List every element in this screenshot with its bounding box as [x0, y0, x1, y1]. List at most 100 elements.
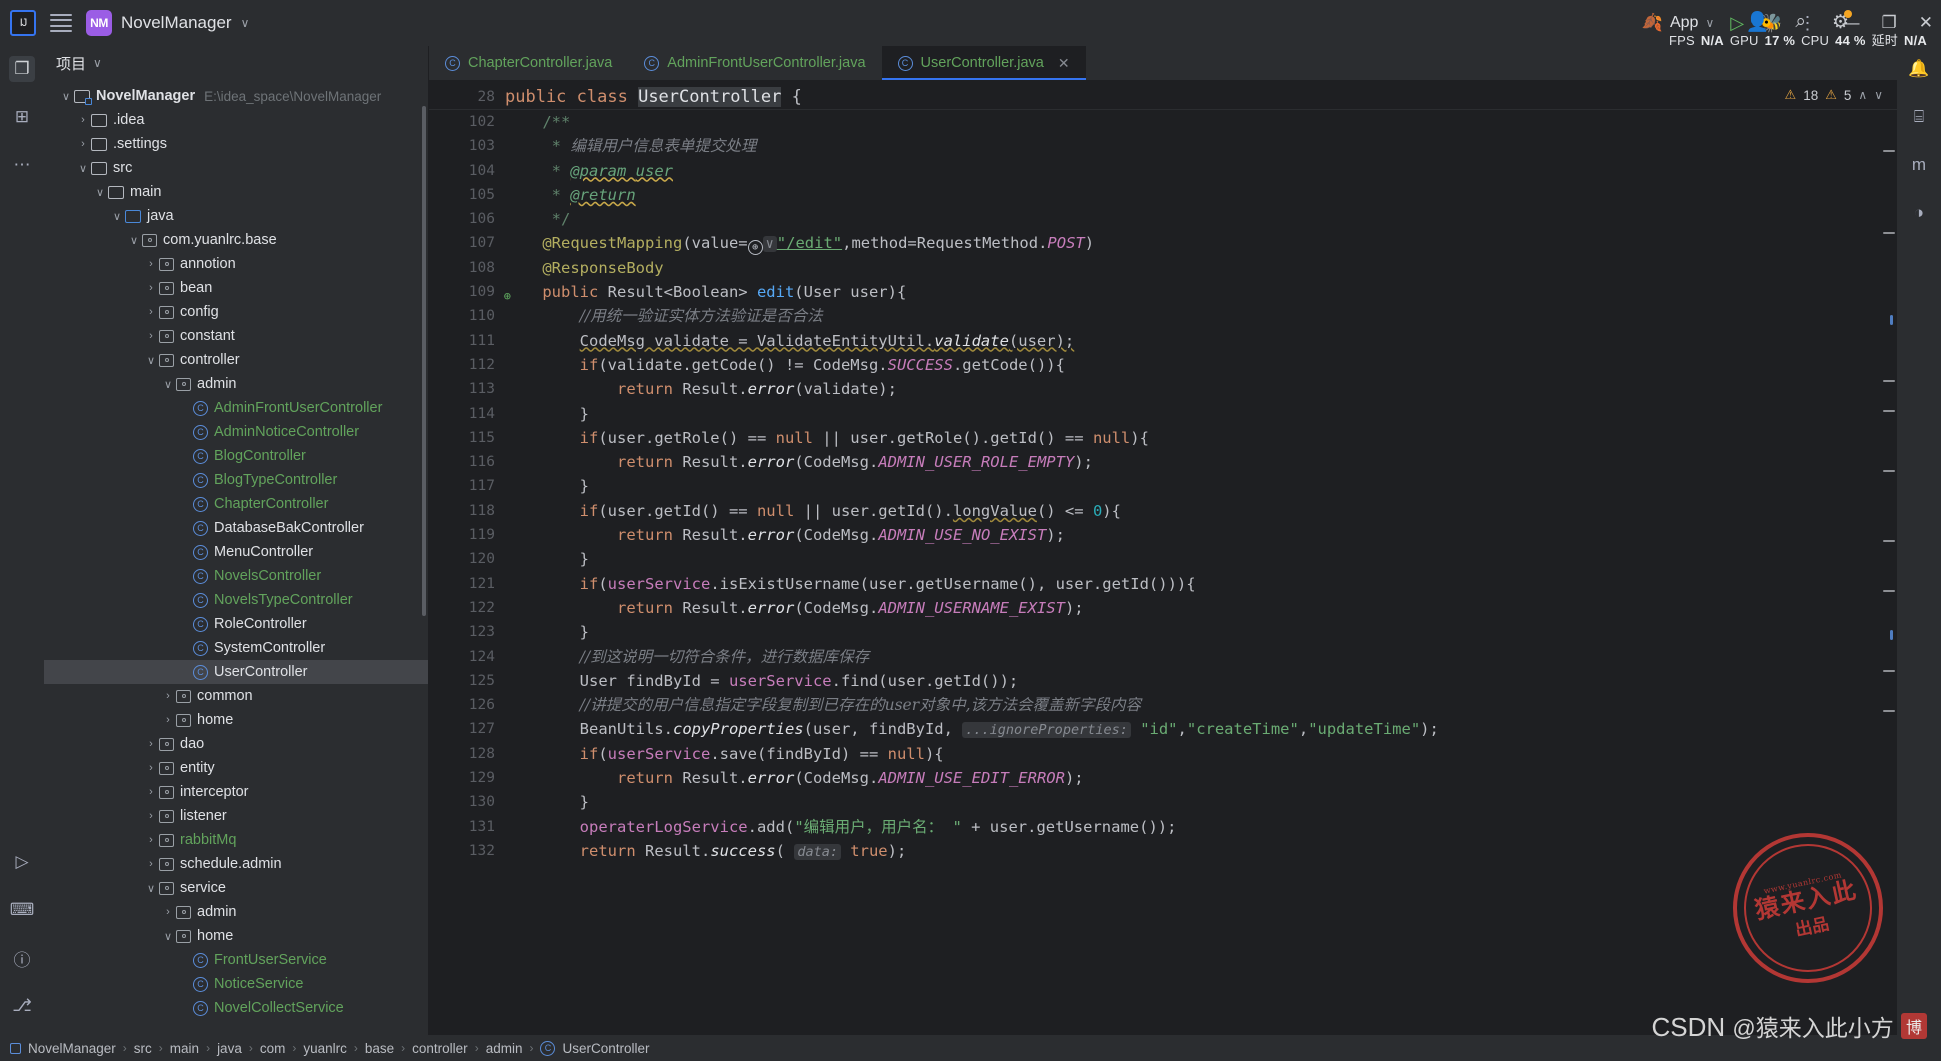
source-code[interactable]: /** * 编辑用户信息表单提交处理 * @param user * @retu…	[505, 110, 1879, 1035]
tree-item-folder[interactable]: ∨ admin	[44, 372, 428, 396]
error-stripe-marker[interactable]	[1883, 710, 1895, 712]
error-stripe-marker[interactable]	[1883, 380, 1895, 382]
tree-item-class[interactable]: C NoticeService	[44, 972, 428, 996]
tree-item-folder[interactable]: ∨ main	[44, 180, 428, 204]
tree-item-class[interactable]: C UserController	[44, 660, 428, 684]
web-globe-icon[interactable]: ⊕	[747, 240, 763, 256]
commit-tool-icon[interactable]: ⊞	[9, 104, 35, 130]
git-tool-icon[interactable]: ⎇	[9, 993, 35, 1019]
tree-item-folder[interactable]: ∨ home	[44, 924, 428, 948]
spring-icon[interactable]: ◑	[1906, 200, 1932, 226]
twisty-collapsed-icon[interactable]: ›	[75, 138, 91, 150]
twisty-collapsed-icon[interactable]: ›	[143, 858, 159, 870]
twisty-collapsed-icon[interactable]: ›	[143, 282, 159, 294]
tree-item-folder[interactable]: › schedule.admin	[44, 852, 428, 876]
twisty-collapsed-icon[interactable]: ›	[160, 714, 176, 726]
close-tab-icon[interactable]: ✕	[1058, 55, 1070, 72]
twisty-collapsed-icon[interactable]: ›	[143, 258, 159, 270]
error-stripe-marker[interactable]	[1890, 315, 1893, 325]
breadcrumb-item[interactable]: src	[134, 1041, 152, 1056]
error-stripe-marker[interactable]	[1890, 630, 1893, 640]
twisty-expanded-icon[interactable]: ∨	[126, 234, 142, 247]
tree-item-folder[interactable]: › annotion	[44, 252, 428, 276]
project-widget[interactable]: NM NovelManager ∨	[86, 10, 249, 36]
tree-item-class[interactable]: C ChapterController	[44, 492, 428, 516]
tree-item-folder[interactable]: › dao	[44, 732, 428, 756]
twisty-collapsed-icon[interactable]: ›	[143, 834, 159, 846]
twisty-collapsed-icon[interactable]: ›	[160, 906, 176, 918]
tree-item-folder[interactable]: › interceptor	[44, 780, 428, 804]
tree-item-class[interactable]: C NovelCollectService	[44, 996, 428, 1020]
tree-item-class[interactable]: C MenuController	[44, 540, 428, 564]
tree-item-folder[interactable]: › home	[44, 708, 428, 732]
code-viewport[interactable]: 102 103 104 105 106 107 108 109 ⊕ 110 111 112 113 114…	[429, 110, 1897, 1035]
tree-item-class[interactable]: C NovelsTypeController	[44, 588, 428, 612]
tree-item-class[interactable]: C BlogController	[44, 444, 428, 468]
twisty-collapsed-icon[interactable]: ›	[143, 330, 159, 342]
tree-item-folder[interactable]: ∨ java	[44, 204, 428, 228]
chevron-down-icon[interactable]: ∨	[93, 56, 102, 70]
breadcrumb-item[interactable]: UserController	[562, 1041, 649, 1056]
error-stripe-marker[interactable]	[1883, 232, 1895, 234]
breadcrumb-item[interactable]: main	[170, 1041, 199, 1056]
tree-item-class[interactable]: C SystemController	[44, 636, 428, 660]
next-problem-icon[interactable]: ∨	[1874, 88, 1883, 102]
twisty-expanded-icon[interactable]: ∨	[160, 378, 176, 391]
tree-item-folder[interactable]: › .settings	[44, 132, 428, 156]
line-number-gutter[interactable]: 102 103 104 105 106 107 108 109 ⊕ 110 111 112 113 114…	[429, 110, 511, 1035]
tree-item-class[interactable]: C AdminNoticeController	[44, 420, 428, 444]
twisty-expanded-icon[interactable]: ∨	[143, 882, 159, 895]
twisty-expanded-icon[interactable]: ∨	[160, 930, 176, 943]
editor-tab[interactable]: C UserController.java ✕	[881, 46, 1086, 80]
twisty-expanded-icon[interactable]: ∨	[92, 186, 108, 199]
tree-item-class[interactable]: C BlogTypeController	[44, 468, 428, 492]
tree-item-folder[interactable]: › admin	[44, 900, 428, 924]
breadcrumb-item[interactable]: base	[365, 1041, 394, 1056]
tree-item-folder[interactable]: › config	[44, 300, 428, 324]
error-stripe-marker[interactable]	[1883, 590, 1895, 592]
tree-item-folder[interactable]: › rabbitMq	[44, 828, 428, 852]
twisty-collapsed-icon[interactable]: ›	[75, 114, 91, 126]
breadcrumb-item[interactable]: NovelManager	[28, 1041, 116, 1056]
twisty-collapsed-icon[interactable]: ›	[143, 762, 159, 774]
tree-item-folder[interactable]: › constant	[44, 324, 428, 348]
chevron-down-icon[interactable]: ∨	[241, 16, 250, 30]
twisty-expanded-icon[interactable]: ∨	[109, 210, 125, 223]
breadcrumb-item[interactable]: java	[217, 1041, 242, 1056]
tree-item-folder[interactable]: ∨ controller	[44, 348, 428, 372]
database-icon[interactable]: ⌸	[1906, 104, 1932, 130]
tree-item-folder[interactable]: ∨ service	[44, 876, 428, 900]
tree-item-class[interactable]: C RoleController	[44, 612, 428, 636]
tree-item-class[interactable]: C FrontUserService	[44, 948, 428, 972]
project-tree[interactable]: ∨ NovelManager E:\idea_space\NovelManager ›…	[44, 80, 428, 1035]
breadcrumb-item[interactable]: yuanlrc	[303, 1041, 347, 1056]
terminal-tool-icon[interactable]: ⌨	[9, 897, 35, 923]
project-tool-icon[interactable]: ❐	[9, 56, 35, 82]
breadcrumb-item[interactable]: admin	[486, 1041, 523, 1056]
error-stripe-marker[interactable]	[1883, 410, 1895, 412]
tree-item-folder[interactable]: › listener	[44, 804, 428, 828]
twisty-collapsed-icon[interactable]: ›	[143, 306, 159, 318]
notifications-icon[interactable]: 🔔	[1906, 56, 1932, 82]
tree-item-folder[interactable]: ∨ NovelManager E:\idea_space\NovelManager	[44, 84, 428, 108]
tree-item-folder[interactable]: › .idea	[44, 108, 428, 132]
tree-item-class[interactable]: C NovelsController	[44, 564, 428, 588]
navigation-breadcrumb[interactable]: NovelManager › src › main › java › com › yuanlrc › b…	[0, 1035, 1941, 1061]
tree-item-class[interactable]: C AdminFrontUserController	[44, 396, 428, 420]
project-scrollbar-thumb[interactable]	[422, 106, 426, 616]
more-tool-icon[interactable]: ⋯	[9, 152, 35, 178]
error-stripe-marker[interactable]	[1883, 150, 1895, 152]
breadcrumb-item[interactable]: controller	[412, 1041, 468, 1056]
error-stripe-marker[interactable]	[1883, 670, 1895, 672]
run-tool-icon[interactable]: ▷	[9, 849, 35, 875]
tree-item-folder[interactable]: › entity	[44, 756, 428, 780]
tree-item-folder[interactable]: › common	[44, 684, 428, 708]
main-menu-icon[interactable]	[50, 14, 72, 32]
twisty-collapsed-icon[interactable]: ›	[160, 690, 176, 702]
inspection-widget[interactable]: ⚠ 18 ⚠ 5 ∧ ∨	[1785, 80, 1883, 110]
editor-tab[interactable]: C AdminFrontUserController.java	[628, 46, 881, 80]
prev-problem-icon[interactable]: ∧	[1858, 88, 1867, 102]
maven-icon[interactable]: m	[1906, 152, 1932, 178]
twisty-collapsed-icon[interactable]: ›	[143, 810, 159, 822]
chevron-down-icon[interactable]: ∨	[1705, 16, 1714, 30]
